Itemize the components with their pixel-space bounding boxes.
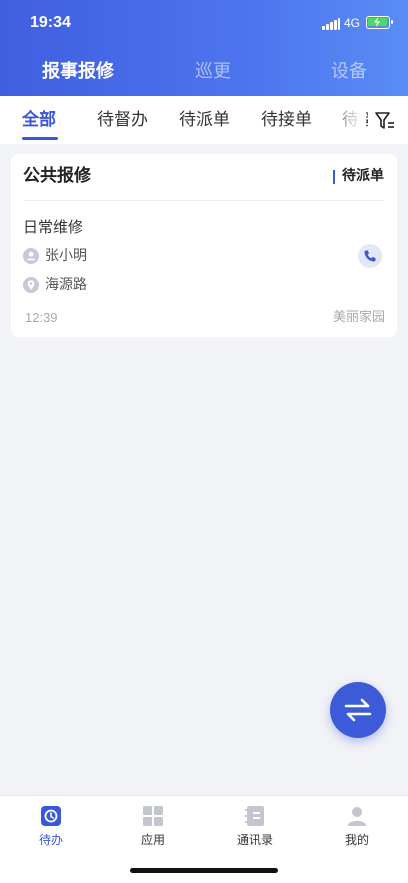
repair-card[interactable]: 公共报修 待派单 日常维修 张小明 海源路 12:39 美丽家园 — [11, 154, 397, 337]
location-text: 海源路 — [45, 277, 87, 293]
location-pin-icon — [23, 277, 39, 293]
signal-icon — [322, 18, 340, 30]
user-icon — [348, 807, 366, 826]
tab-report-repair[interactable]: 报事报修 — [42, 60, 114, 84]
divider — [23, 200, 385, 201]
bottom-tab-label: 我的 — [344, 833, 369, 847]
bottom-tab-apps[interactable]: 应用 — [113, 804, 193, 854]
tab-equipment[interactable]: 设备 — [331, 60, 367, 84]
bottom-tab-me[interactable]: 我的 — [317, 804, 397, 854]
person-icon — [23, 248, 39, 264]
network-type: 4G — [344, 16, 361, 30]
tab-patrol[interactable]: 巡更 — [195, 60, 231, 84]
subtab-pending-dispatch[interactable]: 待派单 — [179, 108, 230, 132]
active-tab-indicator — [22, 137, 58, 140]
battery-icon — [366, 16, 393, 29]
status-time: 19:34 — [30, 14, 71, 31]
filter-button[interactable] — [368, 96, 408, 144]
bottom-tab-label: 待办 — [38, 833, 63, 847]
bottom-tab-label: 通讯录 — [236, 833, 273, 847]
clock-check-icon — [41, 806, 61, 826]
bottom-tab-todo[interactable]: 待办 — [11, 804, 91, 854]
bottom-tab-contacts[interactable]: 通讯录 — [215, 804, 295, 854]
report-time: 12:39 — [25, 310, 58, 325]
community-name: 美丽家园 — [332, 310, 385, 325]
filter-icon — [375, 112, 394, 129]
filter-tabs: 全部 待督办 待派单 待接单 待接 — [0, 96, 408, 144]
address-book-icon — [245, 806, 264, 826]
subtab-all[interactable]: 全部 — [22, 108, 56, 132]
swap-arrows-icon — [344, 698, 372, 722]
call-button[interactable] — [358, 244, 382, 268]
app-header: 19:34 4G 报事报修 巡更 设备 — [0, 0, 408, 96]
bottom-tab-label: 应用 — [140, 833, 165, 847]
subtab-pending-supervise[interactable]: 待督办 — [97, 108, 148, 132]
switch-button[interactable] — [330, 682, 386, 738]
home-indicator — [130, 868, 278, 873]
reporter-name: 张小明 — [45, 248, 87, 264]
repair-type: 日常维修 — [23, 218, 84, 236]
status-bar: 19:34 4G — [0, 0, 408, 50]
status-badge: 待派单 — [342, 168, 384, 184]
grid-icon — [143, 806, 163, 826]
subtab-pending-accept[interactable]: 待接单 — [261, 108, 312, 132]
card-title: 公共报修 — [23, 166, 91, 186]
phone-icon — [364, 250, 376, 262]
